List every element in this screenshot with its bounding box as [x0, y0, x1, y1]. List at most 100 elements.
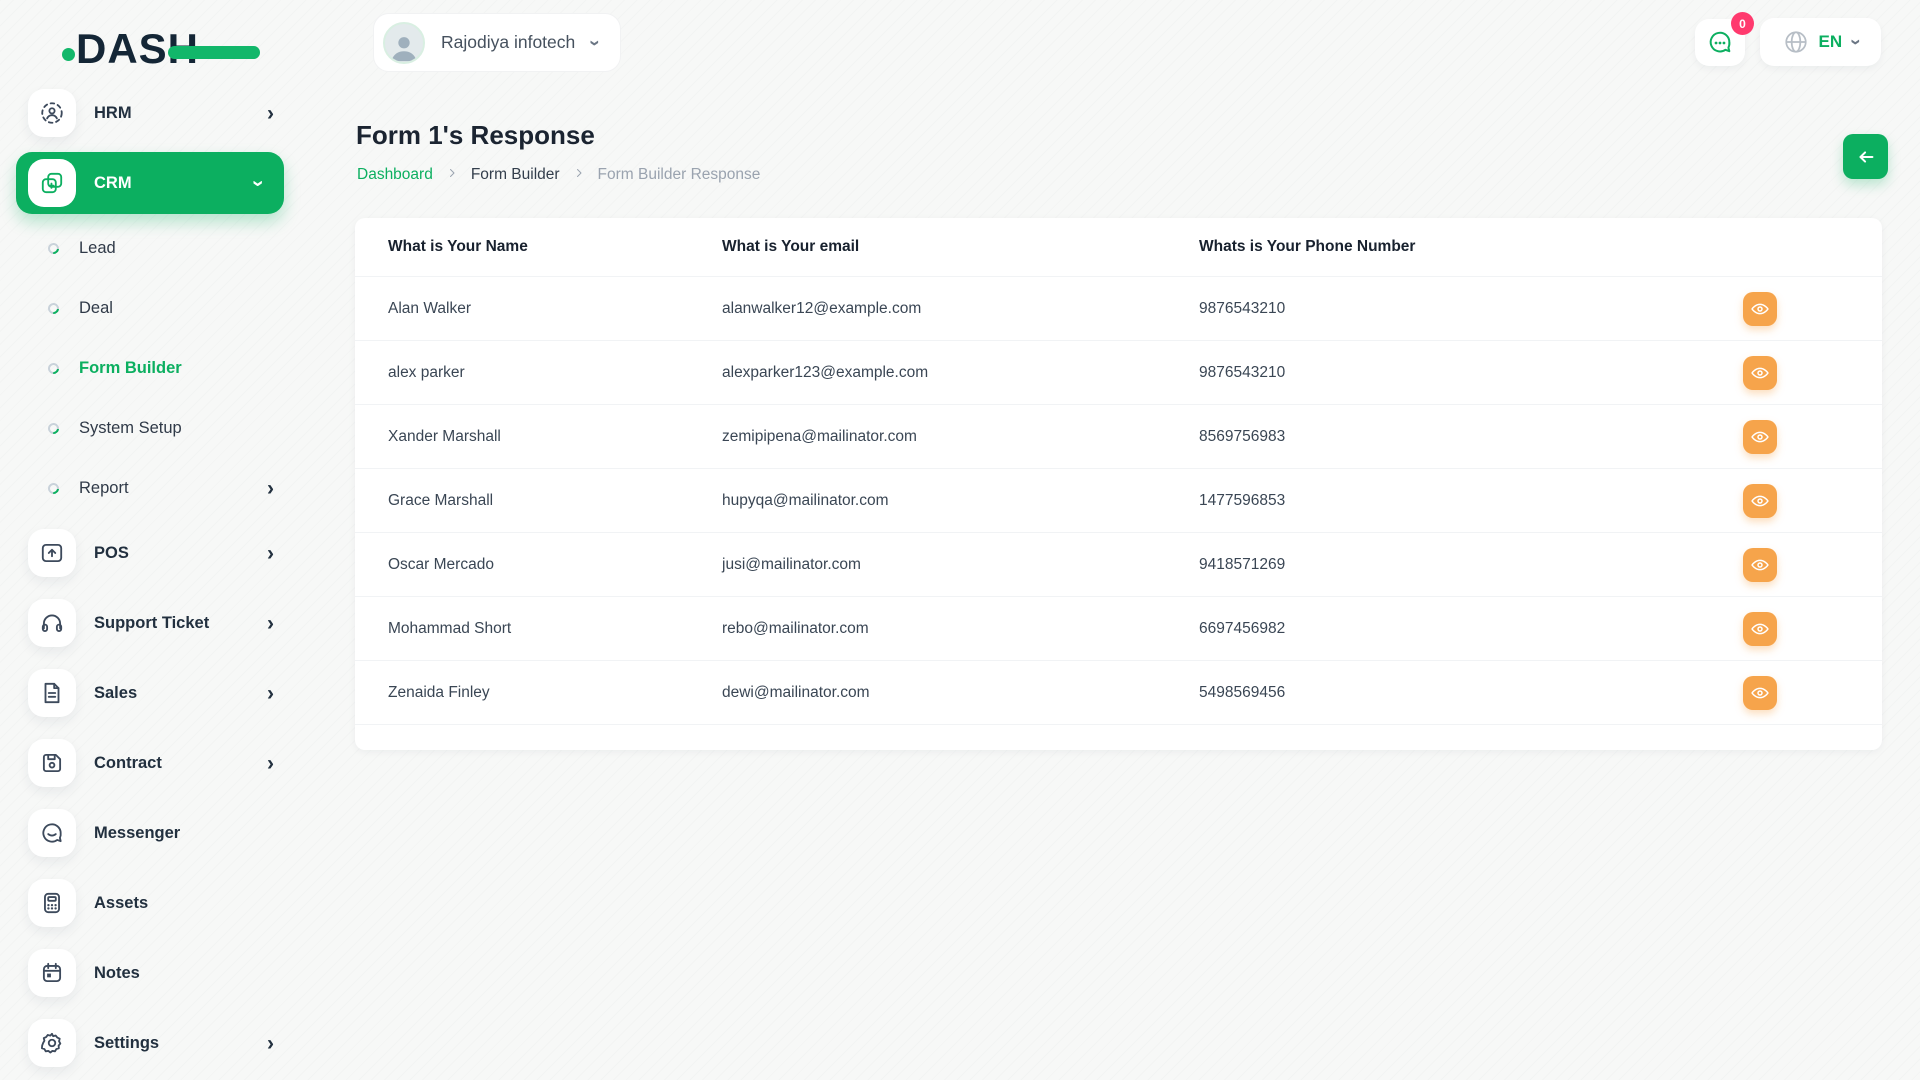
column-header-name: What is Your Name [355, 238, 722, 256]
company-selector[interactable]: Rajodiya infotech › [373, 13, 621, 72]
sidebar-item-contract[interactable]: Contract › [0, 728, 300, 798]
sidebar-subitem-form-builder[interactable]: Form Builder [0, 338, 300, 398]
breadcrumb-current: Form Builder Response [598, 166, 761, 184]
sidebar-subitem-report[interactable]: Report › [0, 458, 300, 518]
table-footer [355, 724, 1882, 750]
sidebar-item-notes[interactable]: Notes [0, 938, 300, 1008]
view-response-button[interactable] [1743, 292, 1777, 326]
sidebar-subitem-lead[interactable]: Lead [0, 218, 300, 278]
breadcrumb-dashboard[interactable]: Dashboard [357, 166, 433, 184]
chevron-right-icon: › [267, 103, 274, 124]
sidebar-subitem-deal[interactable]: Deal [0, 278, 300, 338]
messenger-button[interactable]: 0 [1695, 19, 1745, 66]
view-response-button[interactable] [1743, 484, 1777, 518]
responses-table: What is Your Name What is Your email Wha… [355, 218, 1882, 750]
cell-email: hupyqa@mailinator.com [722, 492, 1199, 510]
cell-phone: 1477596853 [1199, 492, 1719, 510]
cell-email: dewi@mailinator.com [722, 684, 1199, 702]
bullet-icon [46, 420, 61, 435]
eye-icon [1750, 299, 1770, 319]
sidebar-subitem-system-setup[interactable]: System Setup [0, 398, 300, 458]
sidebar-item-label: HRM [94, 104, 267, 123]
chevron-right-icon [446, 166, 458, 184]
app-logo[interactable]: DASH [76, 24, 246, 74]
sidebar-item-settings[interactable]: Settings › [0, 1008, 300, 1078]
chevron-right-icon: › [267, 543, 274, 564]
cell-phone: 5498569456 [1199, 684, 1719, 702]
save-icon [28, 739, 76, 787]
sidebar-subitem-label: Lead [79, 239, 274, 258]
view-response-button[interactable] [1743, 420, 1777, 454]
sidebar-item-label: Support Ticket [94, 614, 267, 633]
eye-icon [1750, 363, 1770, 383]
chevron-down-icon: › [1844, 39, 1866, 45]
cell-name: Mohammad Short [355, 620, 722, 638]
sidebar-subitem-label: Report [79, 479, 267, 498]
sidebar-item-assets[interactable]: Assets [0, 868, 300, 938]
bullet-icon [46, 240, 61, 255]
chevron-down-icon: › [248, 180, 269, 187]
breadcrumb: Dashboard Form Builder Form Builder Resp… [357, 166, 760, 184]
cell-phone: 9418571269 [1199, 556, 1719, 574]
cell-phone: 9876543210 [1199, 300, 1719, 318]
hrm-person-focus-icon [28, 89, 76, 137]
chat-bubble-icon [28, 809, 76, 857]
company-avatar [383, 22, 425, 64]
sidebar-subitem-label: System Setup [79, 419, 274, 438]
sidebar-subitem-label: Form Builder [79, 359, 274, 378]
eye-icon [1750, 683, 1770, 703]
view-response-button[interactable] [1743, 676, 1777, 710]
cell-email: zemipipena@mailinator.com [722, 428, 1199, 446]
back-button[interactable] [1843, 134, 1888, 179]
chevron-right-icon: › [267, 1033, 274, 1054]
view-response-button[interactable] [1743, 612, 1777, 646]
logo-dot [62, 48, 75, 61]
cell-phone: 9876543210 [1199, 364, 1719, 382]
sidebar-item-hrm[interactable]: HRM › [0, 78, 300, 148]
chevron-right-icon: › [267, 478, 274, 499]
table-row: Alan Walker alanwalker12@example.com 987… [355, 276, 1882, 340]
sidebar-item-messenger[interactable]: Messenger [0, 798, 300, 868]
crm-icon [28, 159, 76, 207]
cell-email: jusi@mailinator.com [722, 556, 1199, 574]
sidebar-item-label: Notes [94, 964, 274, 983]
cell-email: rebo@mailinator.com [722, 620, 1199, 638]
sidebar: DASH HRM › CRM › Lead Deal Fo [0, 0, 300, 1080]
sidebar-item-crm[interactable]: CRM › [16, 152, 284, 214]
logo-bar [168, 46, 260, 59]
bullet-icon [46, 360, 61, 375]
calculator-icon [28, 879, 76, 927]
sidebar-item-label: Contract [94, 754, 267, 773]
sidebar-item-sales[interactable]: Sales › [0, 658, 300, 728]
table-row: Grace Marshall hupyqa@mailinator.com 147… [355, 468, 1882, 532]
table-row: Oscar Mercado jusi@mailinator.com 941857… [355, 532, 1882, 596]
chat-badge: 0 [1731, 12, 1754, 35]
sidebar-item-label: Settings [94, 1034, 267, 1053]
sidebar-item-label: CRM [94, 174, 255, 193]
language-code: EN [1819, 32, 1843, 52]
chevron-down-icon: › [583, 39, 605, 45]
pos-screen-icon [28, 529, 76, 577]
sidebar-item-label: POS [94, 544, 267, 563]
table-row: Mohammad Short rebo@mailinator.com 66974… [355, 596, 1882, 660]
sidebar-item-label: Assets [94, 894, 274, 913]
cell-email: alexparker123@example.com [722, 364, 1199, 382]
sidebar-item-label: Sales [94, 684, 267, 703]
company-name: Rajodiya infotech [441, 32, 575, 53]
breadcrumb-form-builder[interactable]: Form Builder [471, 166, 560, 184]
cell-name: Grace Marshall [355, 492, 722, 510]
chat-bubble-icon [1706, 29, 1734, 57]
view-response-button[interactable] [1743, 356, 1777, 390]
table-row: alex parker alexparker123@example.com 98… [355, 340, 1882, 404]
cell-name: alex parker [355, 364, 722, 382]
view-response-button[interactable] [1743, 548, 1777, 582]
gear-icon [28, 1019, 76, 1067]
page-title: Form 1's Response [356, 120, 595, 151]
globe-icon [1783, 29, 1809, 55]
chevron-right-icon: › [267, 753, 274, 774]
language-selector[interactable]: EN › [1760, 18, 1881, 66]
sidebar-item-support-ticket[interactable]: Support Ticket › [0, 588, 300, 658]
sidebar-item-pos[interactable]: POS › [0, 518, 300, 588]
table-row: Xander Marshall zemipipena@mailinator.co… [355, 404, 1882, 468]
column-header-email: What is Your email [722, 238, 1199, 256]
